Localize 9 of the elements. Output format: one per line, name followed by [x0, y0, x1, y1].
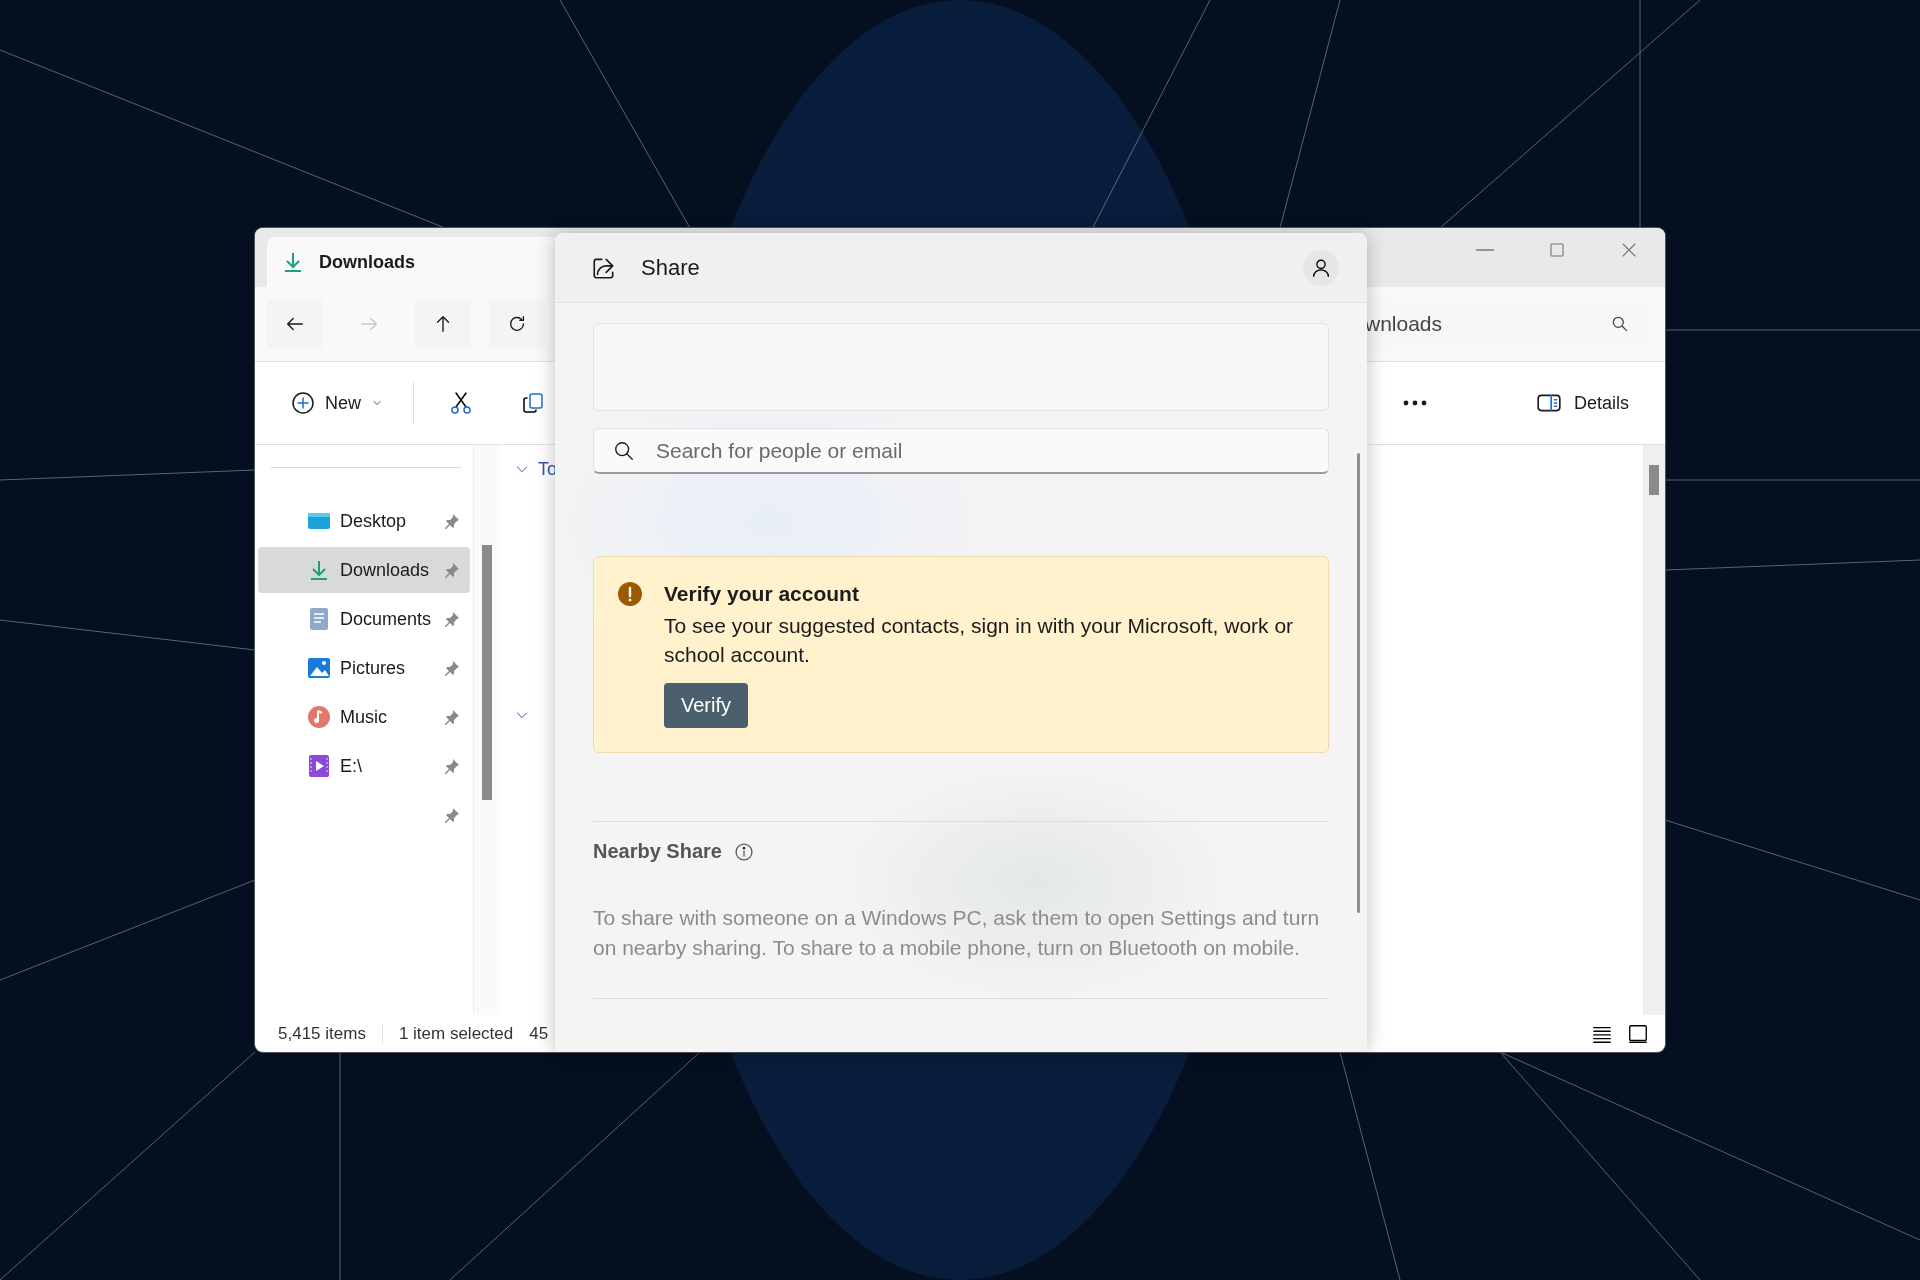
- status-text: 1 item selected: [398, 1023, 514, 1044]
- banner-text: To see your suggested contacts, sign in with your Microsoft, work or school account.: [664, 613, 1295, 668]
- banner-title: Verify your account: [664, 581, 859, 607]
- section-title: Nearby Share: [593, 840, 722, 863]
- status-text: 5,415 items: [278, 1023, 366, 1044]
- nearby-share-text: To share with someone on a Windows PC, ask them to open Settings and turn on nearby sharing. To share to a mobile phone, turn on Bluetooth on mobile.: [593, 905, 1321, 961]
- status-text: 45: [529, 1023, 549, 1044]
- dialog-title: Share: [641, 254, 701, 281]
- search-field-text: wnloads: [1365, 312, 1443, 336]
